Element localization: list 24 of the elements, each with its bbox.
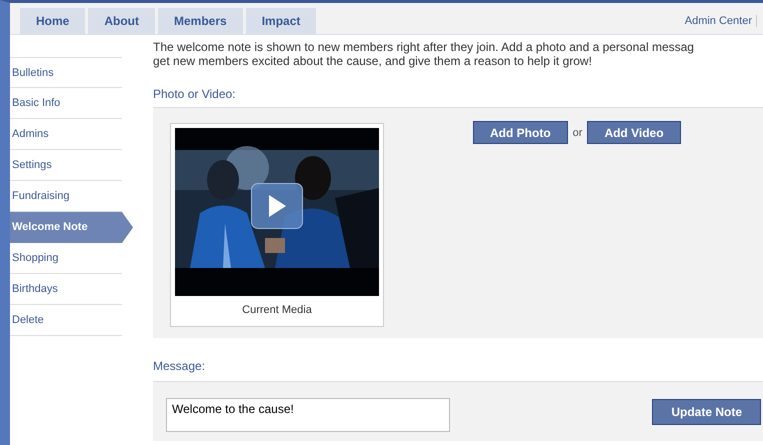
nav-tab[interactable]: Impact bbox=[246, 8, 316, 34]
nav-tab[interactable]: About bbox=[88, 8, 155, 34]
sidebar-item[interactable]: Shopping bbox=[10, 243, 122, 274]
nav-tab[interactable]: Home bbox=[20, 8, 86, 34]
sidebar-item[interactable]: Bulletins bbox=[10, 57, 122, 88]
separator-text: or bbox=[572, 126, 582, 138]
sidebar-item[interactable]: Delete bbox=[10, 305, 122, 336]
media-caption: Current Media bbox=[241, 304, 313, 316]
sidebar-item[interactable]: Basic Info bbox=[10, 88, 122, 119]
add-video-button[interactable]: Add Video bbox=[587, 121, 681, 144]
play-button[interactable] bbox=[251, 183, 303, 229]
section-heading: Message: bbox=[153, 359, 206, 373]
sidebar-item[interactable]: Settings bbox=[10, 150, 122, 181]
update-note-button[interactable]: Update Note bbox=[652, 399, 761, 425]
sidebar-item[interactable]: Birthdays bbox=[10, 274, 122, 305]
nav-tab[interactable]: Members bbox=[158, 8, 243, 34]
sidebar-item[interactable]: Welcome Note bbox=[10, 212, 133, 243]
intro-text: The welcome note is shown to new members right after they join. Add a photo and a personal messag get new members excited about the cause, and give them a reason to help it grow! bbox=[153, 40, 695, 68]
section-heading: Photo or Video: bbox=[153, 87, 237, 101]
play-icon bbox=[267, 194, 287, 218]
admin-center-link[interactable]: Admin Center bbox=[684, 14, 757, 26]
message-field[interactable]: Welcome to the cause! bbox=[166, 398, 450, 432]
sidebar-item[interactable]: Admins bbox=[10, 119, 122, 150]
add-photo-button[interactable]: Add Photo bbox=[473, 121, 568, 144]
